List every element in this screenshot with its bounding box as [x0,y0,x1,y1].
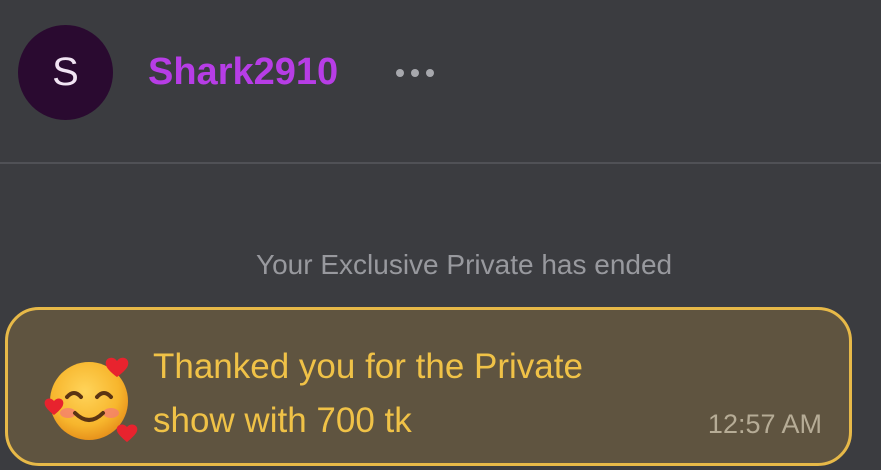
ellipsis-dot [426,69,434,77]
system-message: Your Exclusive Private has ended [256,249,673,280]
ellipsis-dot [411,69,419,77]
smiling-face-with-hearts-icon [44,357,138,442]
tip-message-text: Thanked you for the Private show with 70… [153,340,713,448]
avatar[interactable]: S [18,25,113,120]
tip-message-line: Thanked you for the Private [153,347,583,386]
chat-header: S Shark2910 [0,0,881,163]
ellipsis-icon[interactable] [396,55,456,91]
avatar-initial: S [52,50,79,94]
header-divider [0,162,881,164]
ellipsis-dot [396,69,404,77]
chat-screen: S Shark2910 Your Exclusive Private has e… [0,0,881,470]
tip-message-line: show with 700 tk [153,401,412,440]
message-timestamp: 12:57 AM [707,409,822,439]
username[interactable]: Shark2910 [148,50,338,94]
tip-message-bubble: Thanked you for the Private show with 70… [5,307,852,466]
